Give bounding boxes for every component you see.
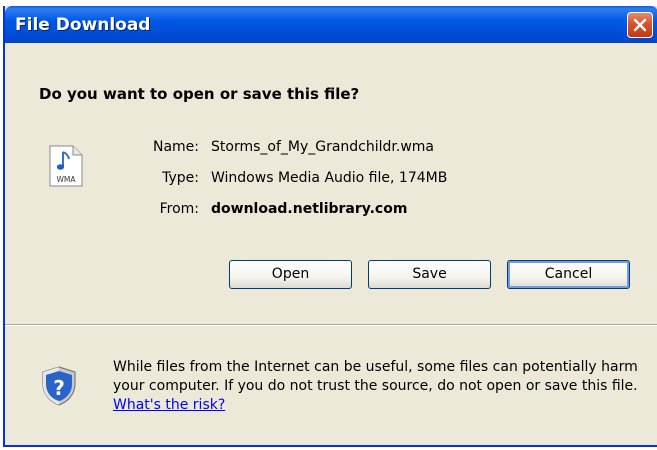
type-label: Type:	[162, 170, 199, 186]
security-warning: While files from the Internet can be use…	[113, 358, 641, 415]
warning-text: While files from the Internet can be use…	[113, 359, 638, 394]
file-source: download.netlibrary.com	[211, 201, 408, 217]
window-title: File Download	[15, 15, 151, 35]
open-button[interactable]: Open	[229, 260, 352, 289]
file-type-row: Type: Windows Media Audio file, 174MB	[5, 168, 636, 188]
title-bar[interactable]: File Download	[5, 6, 657, 43]
cancel-button[interactable]: Cancel	[507, 260, 630, 289]
file-source-row: From: download.netlibrary.com	[5, 199, 636, 219]
file-download-dialog: File Download Do you want to open or sav…	[3, 6, 657, 447]
name-label: Name:	[152, 139, 199, 155]
divider-highlight	[5, 325, 657, 326]
svg-text:?: ?	[53, 376, 65, 400]
close-button[interactable]	[627, 12, 653, 38]
risk-link[interactable]: What's the risk?	[113, 397, 225, 413]
file-name-row: Name: Storms_of_My_Grandchildr.wma	[5, 137, 636, 157]
dialog-question: Do you want to open or save this file?	[39, 85, 360, 103]
close-icon	[633, 18, 647, 32]
save-button[interactable]: Save	[368, 260, 491, 289]
file-name: Storms_of_My_Grandchildr.wma	[211, 139, 435, 155]
shield-question-icon: ?	[42, 366, 76, 406]
file-type: Windows Media Audio file, 174MB	[211, 170, 448, 186]
from-label: From:	[159, 201, 199, 217]
